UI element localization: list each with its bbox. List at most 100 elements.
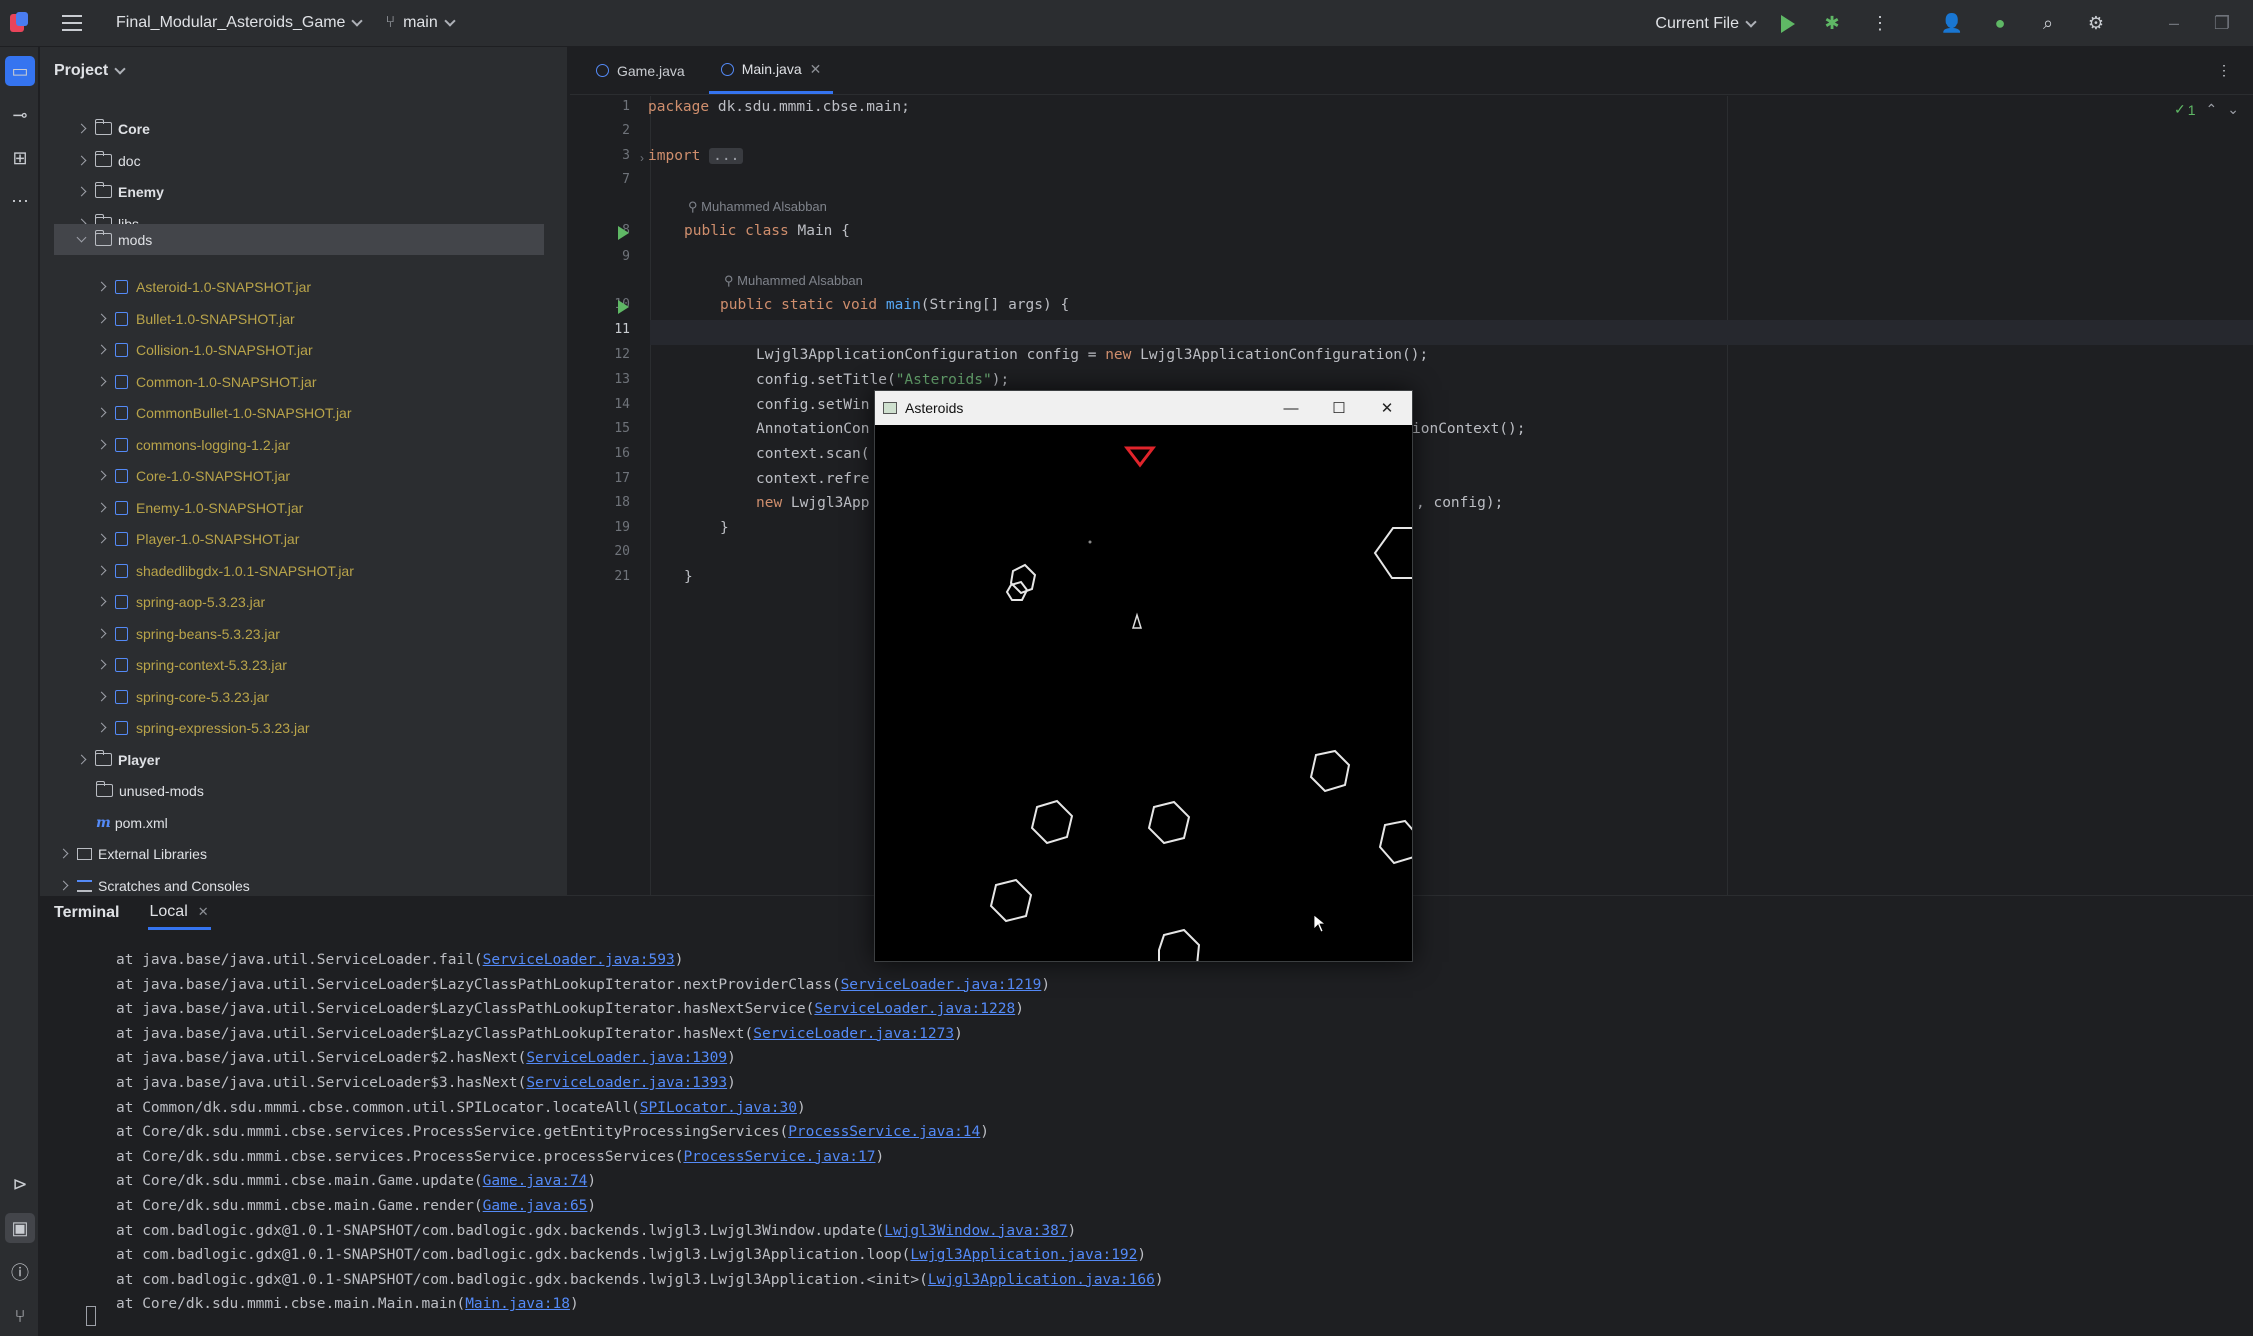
jar-icon — [115, 657, 128, 672]
tree-item-jar[interactable]: Bullet-1.0-SNAPSHOT.jar — [96, 303, 295, 334]
jar-icon — [115, 405, 128, 420]
tree-item-jar[interactable]: Common-1.0-SNAPSHOT.jar — [96, 366, 317, 397]
minimize-icon[interactable]: — — [1268, 391, 1314, 425]
source-link[interactable]: ServiceLoader.java:593 — [483, 952, 675, 968]
chevron-up-icon[interactable]: ⌃ — [2206, 101, 2218, 118]
code-text: ); — [991, 372, 1010, 388]
maximize-icon[interactable]: ☐ — [1316, 391, 1362, 425]
folder-icon — [94, 151, 112, 167]
game-canvas[interactable] — [875, 425, 1412, 961]
folded-imports[interactable]: ... — [709, 148, 744, 164]
tree-item-mods[interactable]: mods — [54, 224, 544, 255]
close-icon[interactable]: ✕ — [198, 904, 209, 920]
tree-item-core[interactable]: Core — [76, 113, 150, 144]
tree-item-jar[interactable]: spring-core-5.3.23.jar — [96, 681, 269, 712]
folder-icon[interactable]: ▭ — [5, 56, 35, 86]
author-annotation[interactable]: ⚲ Muhammed Alsabban — [688, 199, 827, 215]
tree-item-unused-mods[interactable]: unused-mods — [95, 775, 204, 806]
tree-item-doc[interactable]: doc — [76, 145, 141, 176]
stack-frame-text: ) — [587, 1173, 597, 1190]
source-link[interactable]: ServiceLoader.java:1393 — [526, 1075, 727, 1091]
stack-frame-text: ) — [1015, 1001, 1024, 1018]
tree-item-jar[interactable]: Player-1.0-SNAPSHOT.jar — [96, 523, 299, 554]
keyword: public class — [684, 223, 789, 239]
source-link[interactable]: ProcessService.java:17 — [683, 1149, 875, 1165]
tree-item-jar[interactable]: Asteroid-1.0-SNAPSHOT.jar — [96, 271, 311, 302]
tree-item-jar[interactable]: shadedlibgdx-1.0.1-SNAPSHOT.jar — [96, 555, 354, 586]
source-link[interactable]: Lwjgl3Window.java:387 — [884, 1223, 1067, 1239]
tree-item-jar[interactable]: spring-beans-5.3.23.jar — [96, 618, 280, 649]
problems-icon[interactable]: ⓘ — [5, 1257, 35, 1287]
tree-item-jar[interactable]: Core-1.0-SNAPSHOT.jar — [96, 460, 290, 491]
tree-item-player[interactable]: Player — [76, 744, 160, 775]
structure-icon[interactable]: ⊞ — [5, 143, 35, 173]
close-icon[interactable]: ✕ — [1364, 391, 1410, 425]
game-window-titlebar[interactable]: Asteroids — ☐ ✕ — [875, 391, 1412, 425]
more-horizontal-icon[interactable]: ⋯ — [5, 186, 35, 216]
tree-item-enemy[interactable]: Enemy — [76, 176, 164, 207]
fold-icon[interactable]: › — [640, 151, 644, 165]
tree-item-label: Enemy — [118, 183, 164, 200]
run-class-icon[interactable] — [618, 226, 629, 240]
chevron-down-icon[interactable]: ⌄ — [2227, 101, 2239, 118]
tree-item-jar[interactable]: Enemy-1.0-SNAPSHOT.jar — [96, 492, 303, 523]
services-icon[interactable]: ⊳ — [5, 1169, 35, 1199]
run-config-selector[interactable]: Current File — [1655, 15, 1757, 33]
source-link[interactable]: ServiceLoader.java:1228 — [814, 1001, 1015, 1017]
project-switcher[interactable]: Final_Modular_Asteroids_Game — [116, 14, 364, 32]
bug-icon[interactable]: ✱ — [1821, 13, 1843, 35]
restore-icon[interactable]: ❐ — [2211, 13, 2233, 35]
source-link[interactable]: Game.java:74 — [483, 1173, 588, 1189]
line-number: 3 — [622, 148, 630, 163]
tree-item-jar[interactable]: Collision-1.0-SNAPSHOT.jar — [96, 334, 313, 365]
chevron-right-icon — [76, 754, 87, 765]
source-link[interactable]: ServiceLoader.java:1309 — [526, 1050, 727, 1066]
tree-item-jar[interactable]: spring-context-5.3.23.jar — [96, 649, 287, 680]
play-icon[interactable] — [1781, 14, 1795, 33]
chevron-right-icon — [96, 659, 107, 670]
jar-icon — [115, 531, 128, 546]
author-annotation[interactable]: ⚲ Muhammed Alsabban — [724, 273, 863, 289]
tree-item-jar[interactable]: commons-logging-1.2.jar — [96, 429, 290, 460]
asteroids-game-window[interactable]: Asteroids — ☐ ✕ — [874, 390, 1413, 962]
branch-switcher[interactable]: ⑂ main — [385, 14, 456, 32]
tree-item-external-libraries[interactable]: External Libraries — [58, 838, 207, 869]
tab-main-java[interactable]: Main.java ✕ — [708, 47, 834, 94]
asteroid — [1373, 527, 1412, 579]
commit-icon[interactable]: ⊸ — [5, 100, 35, 130]
terminal-cursor[interactable] — [86, 1306, 96, 1326]
inspection-widget[interactable]: ✓ 1 ⌃ ⌄ — [2174, 101, 2239, 118]
close-icon[interactable]: ✕ — [810, 61, 822, 78]
project-panel-header[interactable]: Project — [40, 47, 567, 95]
main-menu-icon[interactable] — [62, 15, 82, 31]
tree-item-jar[interactable]: spring-expression-5.3.23.jar — [96, 712, 310, 743]
tree-item-label: spring-context-5.3.23.jar — [136, 656, 287, 673]
source-link[interactable]: SPILocator.java:30 — [640, 1100, 797, 1116]
line-number: 2 — [622, 123, 630, 138]
source-link[interactable]: Lwjgl3Application.java:166 — [928, 1272, 1155, 1288]
tab-game-java[interactable]: Game.java — [584, 47, 697, 94]
source-link[interactable]: ServiceLoader.java:1219 — [841, 977, 1042, 993]
git-icon[interactable]: ⑂ — [5, 1301, 35, 1331]
tree-item-label: Scratches and Consoles — [98, 877, 250, 894]
run-main-icon[interactable] — [618, 300, 629, 314]
tree-item-jar[interactable]: CommonBullet-1.0-SNAPSHOT.jar — [96, 397, 352, 428]
search-icon[interactable]: ⌕ — [2037, 13, 2059, 35]
source-link[interactable]: Main.java:18 — [465, 1296, 570, 1312]
gear-icon[interactable]: ⚙ — [2085, 13, 2107, 35]
source-link[interactable]: Game.java:65 — [483, 1198, 588, 1214]
asteroid — [989, 878, 1033, 923]
line-number: 9 — [622, 249, 630, 264]
terminal-icon[interactable]: ▣ — [5, 1213, 35, 1243]
minimize-icon[interactable]: – — [2163, 13, 2185, 35]
source-link[interactable]: ServiceLoader.java:1273 — [753, 1026, 954, 1042]
tree-item-jar[interactable]: spring-aop-5.3.23.jar — [96, 586, 265, 617]
source-link[interactable]: Lwjgl3Application.java:192 — [910, 1247, 1137, 1263]
add-user-icon[interactable]: 👤 — [1941, 13, 1963, 35]
tab-local[interactable]: Local ✕ — [147, 896, 211, 930]
tree-item-pom[interactable]: m pom.xml — [96, 807, 168, 838]
ai-assistant-icon[interactable]: ● — [1989, 13, 2011, 35]
more-vertical-icon[interactable]: ⋮ — [2205, 47, 2253, 94]
more-vertical-icon[interactable]: ⋮ — [1869, 13, 1891, 35]
source-link[interactable]: ProcessService.java:14 — [788, 1124, 980, 1140]
